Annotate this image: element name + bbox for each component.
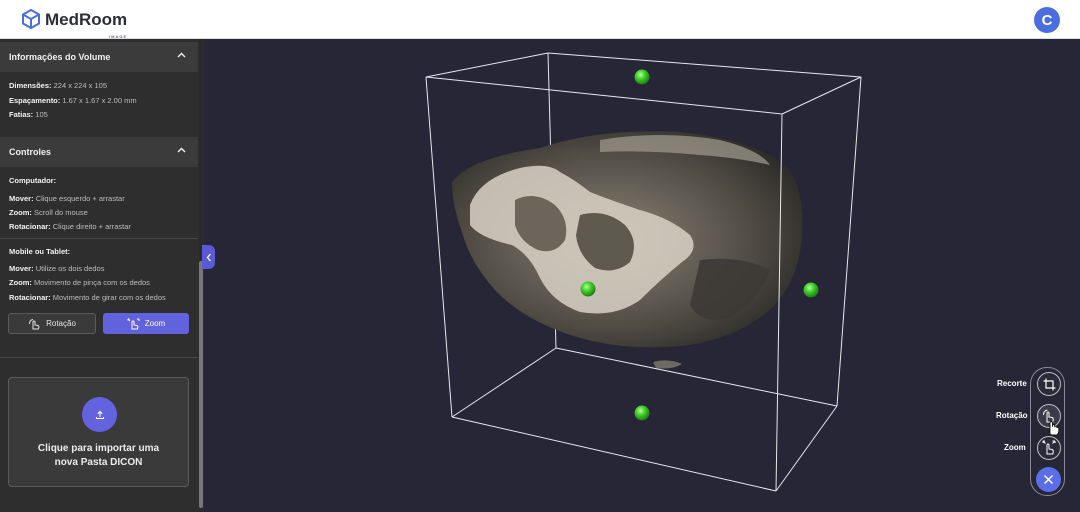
- dimensions-label: Dimensões:: [9, 81, 52, 90]
- cube-logo-icon: [22, 9, 40, 29]
- mobile-move-row: Mover: Utilize os dois dedos: [9, 264, 104, 273]
- zoom-tool-button[interactable]: [1037, 436, 1061, 460]
- zoom-button-label: Zoom: [144, 319, 166, 328]
- controls-divider: [0, 238, 198, 239]
- close-tools-button[interactable]: [1036, 467, 1061, 492]
- crop-icon: [1043, 378, 1055, 390]
- chevron-up-icon: [177, 147, 186, 153]
- hand-zoom-icon: [127, 318, 140, 329]
- mobile-heading: Mobile ou Tablet:: [9, 247, 71, 256]
- slices-value: 105: [35, 110, 48, 119]
- handle-left[interactable]: [580, 281, 596, 297]
- slices-label: Fatias:: [9, 110, 34, 119]
- import-text-line1: Clique para importar uma: [37, 443, 160, 454]
- zoom-tool-label: Zoom: [1004, 443, 1026, 452]
- control-value: Movimento de pinça com os dedos: [34, 278, 150, 287]
- spacing-row: Espaçamento: 1.67 x 1.67 x 2.00 mm: [9, 96, 137, 105]
- dimensions-row: Dimensões: 224 x 224 x 105: [9, 81, 107, 90]
- crop-tool-label: Recorte: [997, 379, 1027, 388]
- rotation-tool-label: Rotação: [996, 411, 1028, 420]
- zoom-mode-button[interactable]: Zoom: [103, 313, 189, 334]
- hand-zoom-icon: [1042, 440, 1056, 455]
- control-value: Movimento de girar com os dedos: [52, 293, 166, 302]
- control-value: Clique direito + arrastar: [52, 222, 131, 231]
- computer-zoom-row: Zoom: Scroll do mouse: [9, 208, 88, 217]
- control-value: Utilize os dois dedos: [35, 264, 105, 273]
- handle-top[interactable]: [634, 69, 650, 85]
- control-value: Clique esquerdo + arrastar: [35, 194, 125, 203]
- control-label: Mover:: [9, 264, 34, 273]
- sidebar: Informações do Volume Dimensões: 224 x 2…: [0, 39, 204, 512]
- controls-title: Controles: [9, 147, 52, 157]
- hand-rotate-icon: [29, 318, 40, 329]
- avatar-initial: C: [1041, 11, 1053, 29]
- computer-rotate-row: Rotacionar: Clique direito + arrastar: [9, 222, 131, 231]
- import-dicom-card[interactable]: Clique para importar uma nova Pasta DICO…: [8, 377, 189, 487]
- computer-move-row: Mover: Clique esquerdo + arrastar: [9, 194, 125, 203]
- spacing-label: Espaçamento:: [9, 96, 61, 105]
- volume-info-title: Informações do Volume: [9, 52, 111, 62]
- crop-tool-button[interactable]: [1037, 372, 1061, 396]
- mouse-pointer-hand-icon: [1049, 421, 1060, 436]
- volume-3d-viewport[interactable]: [204, 39, 1080, 512]
- brand-name: MedRoom IMAGE: [45, 9, 128, 39]
- mobile-zoom-row: Zoom: Movimento de pinça com os dedos: [9, 278, 150, 287]
- close-icon: [1043, 474, 1054, 485]
- control-label: Zoom:: [9, 278, 32, 287]
- brand-name-text: MedRoom: [45, 9, 128, 29]
- slices-row: Fatias: 105: [9, 110, 48, 119]
- spacing-value: 1.67 x 1.67 x 2.00 mm: [62, 96, 137, 105]
- dimensions-value: 224 x 224 x 105: [53, 81, 107, 90]
- handle-bottom[interactable]: [634, 405, 650, 421]
- chevron-up-icon: [177, 52, 186, 58]
- control-label: Mover:: [9, 194, 34, 203]
- control-label: Zoom:: [9, 208, 32, 217]
- computer-heading: Computador:: [9, 176, 57, 185]
- control-label: Rotacionar:: [9, 222, 51, 231]
- control-value: Scroll do mouse: [34, 208, 88, 217]
- brand-logo[interactable]: MedRoom IMAGE: [22, 9, 128, 39]
- volume-render-canvas[interactable]: [204, 39, 1080, 512]
- volume-info-header[interactable]: Informações do Volume: [0, 42, 198, 72]
- import-text: Clique para importar uma nova Pasta DICO…: [9, 442, 188, 470]
- import-divider: [0, 357, 198, 358]
- import-text-line2: nova Pasta DICON: [54, 457, 143, 468]
- volume-render: [452, 131, 803, 369]
- handle-right[interactable]: [803, 282, 819, 298]
- control-label: Rotacionar:: [9, 293, 51, 302]
- user-avatar[interactable]: C: [1034, 7, 1060, 33]
- upload-icon: [95, 410, 104, 419]
- mobile-rotate-row: Rotacionar: Movimento de girar com os de…: [9, 293, 166, 302]
- top-bar: MedRoom IMAGE C: [0, 0, 1080, 39]
- controls-header[interactable]: Controles: [0, 137, 198, 167]
- rotation-mode-button[interactable]: Rotação: [8, 313, 96, 334]
- sidebar-scrollbar-thumb[interactable]: [199, 261, 203, 508]
- rotation-button-label: Rotação: [46, 319, 76, 328]
- import-button[interactable]: [82, 397, 117, 432]
